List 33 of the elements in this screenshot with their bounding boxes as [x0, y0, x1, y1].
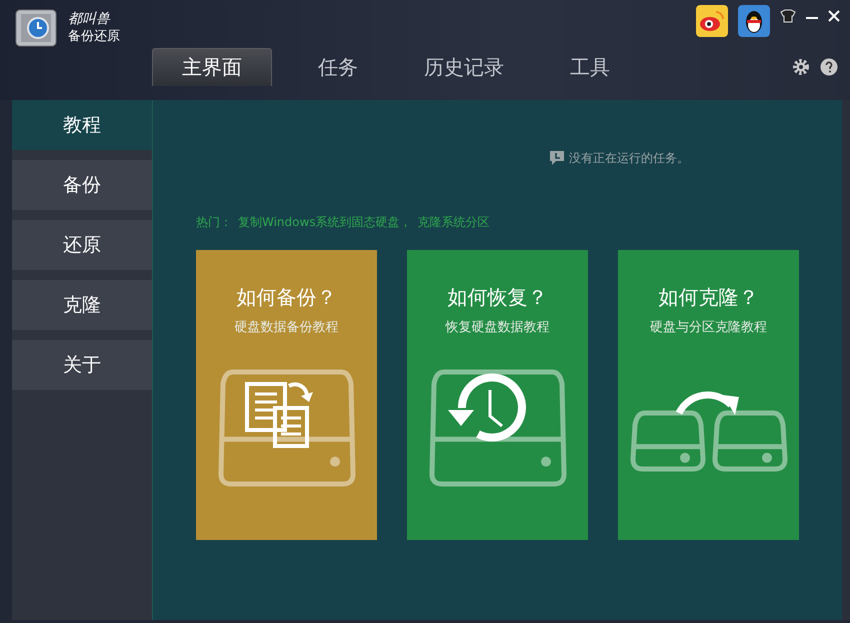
speech-bubble-icon — [549, 150, 565, 166]
nav-tab[interactable]: 历史记录 — [404, 48, 524, 86]
shirt-icon[interactable] — [780, 9, 796, 23]
safe-icon — [14, 8, 58, 48]
nav-tab[interactable]: 工具 — [530, 48, 650, 86]
settings-icon[interactable] — [792, 58, 810, 76]
sidebar-item[interactable]: 关于 — [12, 340, 152, 390]
hot-label: 热门： — [196, 214, 232, 231]
tutorial-card[interactable]: 如何克隆？ 硬盘与分区克隆教程 — [618, 250, 799, 540]
sidebar-item[interactable]: 备份 — [12, 160, 152, 210]
card-title: 如何克隆？ — [658, 284, 758, 310]
status-text: 没有正在运行的任务。 — [569, 150, 689, 166]
close-icon[interactable] — [828, 10, 840, 22]
penguin-icon[interactable] — [738, 5, 770, 37]
card-subtitle: 硬盘数据备份教程 — [234, 319, 338, 336]
sidebar-item[interactable]: 还原 — [12, 220, 152, 270]
weibo-icon[interactable] — [696, 5, 728, 37]
sidebar-item[interactable]: 克隆 — [12, 280, 152, 330]
card-title: 如何恢复？ — [448, 284, 548, 310]
brand-name: 都叫兽 — [68, 11, 112, 28]
card-subtitle: 恢复硬盘数据教程 — [446, 319, 550, 336]
document-drive-icon — [216, 368, 356, 488]
clock-drive-icon — [428, 368, 568, 488]
card-subtitle: 硬盘与分区克隆教程 — [650, 319, 767, 336]
app-title: 备份还原 — [68, 28, 120, 45]
nav-tab[interactable]: 主界面 — [152, 48, 272, 86]
sidebar-item[interactable]: 教程 — [12, 100, 152, 150]
hot-link[interactable]: 克隆系统分区 — [418, 214, 490, 232]
help-icon[interactable] — [820, 58, 838, 76]
hot-link[interactable]: 复制Windows系统到固态硬盘， — [238, 214, 412, 232]
nav-tab[interactable]: 任务 — [278, 48, 398, 86]
tutorial-card[interactable]: 如何恢复？ 恢复硬盘数据教程 — [407, 250, 588, 540]
card-title: 如何备份？ — [236, 284, 336, 310]
